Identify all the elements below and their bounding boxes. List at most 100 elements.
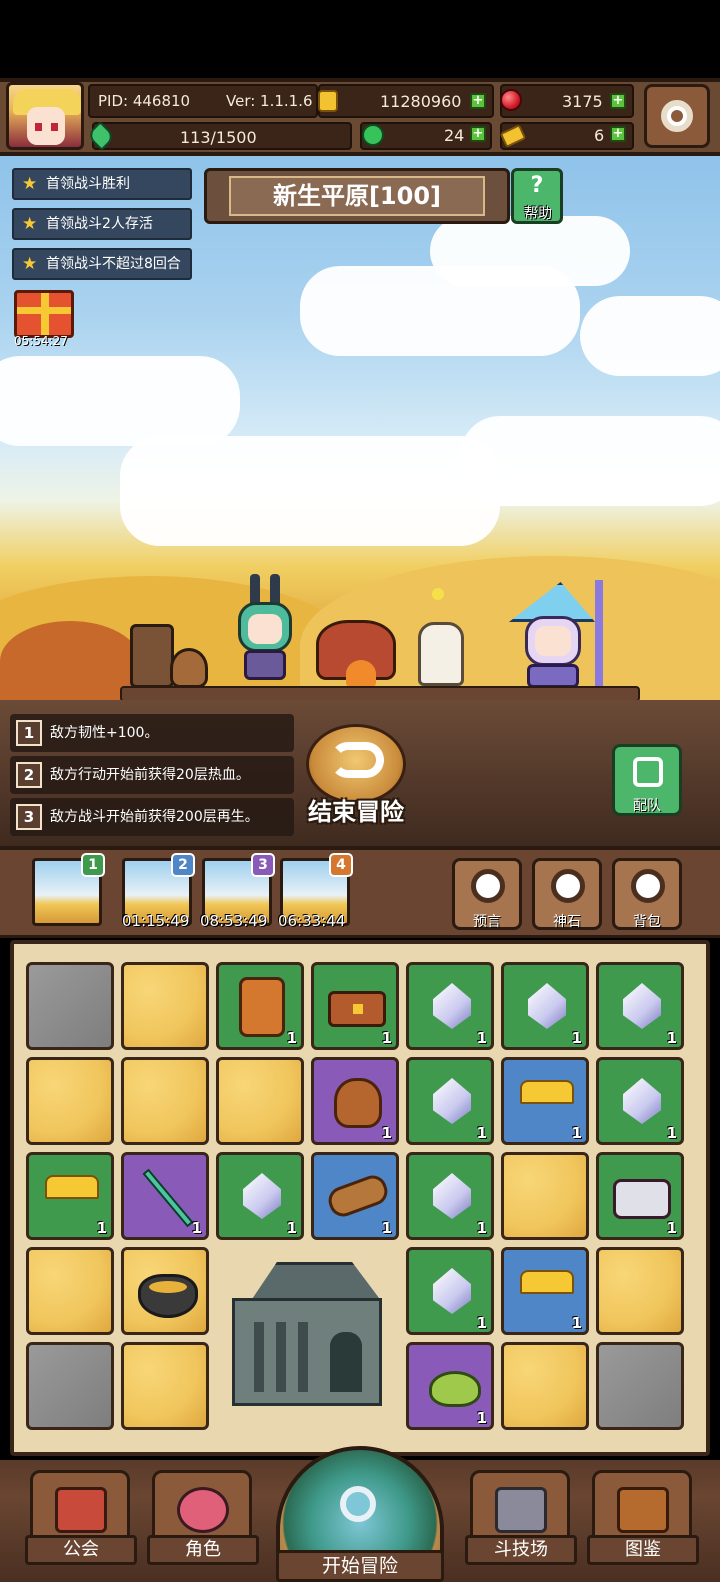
crypt-building[interactable] [218,1252,398,1428]
codex-book-icon [617,1487,669,1533]
godstone-label: 神石 [553,914,581,930]
adventure-slot-1[interactable]: 1 [32,853,105,926]
grid-cell-green[interactable]: 1 [596,1057,684,1145]
item-quantity: 1 [571,1314,582,1332]
grid-cell-sand[interactable] [501,1342,589,1430]
grid-cell-green[interactable]: 1 [596,1152,684,1240]
godstone-button[interactable]: 神石 [532,858,602,930]
grid-cell-green[interactable]: 1 [216,1152,304,1240]
grid-cell-sand[interactable] [26,1247,114,1335]
ruby-amount: 3175 [562,92,603,111]
grid-cell-sand[interactable] [501,1152,589,1240]
settings-button[interactable] [644,84,710,148]
clover-amount: 24 [444,126,465,145]
avatar-face [27,107,65,145]
item-quantity: 1 [666,1124,677,1142]
team-icon [633,757,663,787]
grid-cell-green[interactable]: 1 [311,962,399,1050]
seed-icon [429,1371,481,1407]
avatar-eye [51,123,58,131]
help-button[interactable]: ? 帮助 [511,168,563,224]
enemy-condition: 1 敌方韧性+100。 [10,714,294,752]
add-clover-button[interactable]: + [470,126,486,142]
add-gold-button[interactable]: + [470,93,486,109]
nav-codex-label: 图鉴 [587,1535,699,1565]
grid-cell-green[interactable]: 1 [216,962,304,1050]
grid-cell-purple[interactable]: 1 [311,1057,399,1145]
grid-cell-stone[interactable] [26,1342,114,1430]
condition-text: 敌方韧性+100。 [50,725,159,741]
grid-cell-green[interactable]: 1 [406,962,494,1050]
grid-cell-sand[interactable] [121,1057,209,1145]
item-quantity: 1 [381,1124,392,1142]
goldpile-icon [520,1080,574,1104]
condition-number: 3 [16,804,42,830]
gift-icon [41,293,49,335]
grid-cell-sand[interactable] [121,1247,209,1335]
grid-cell-stone[interactable] [596,1342,684,1430]
hill [0,621,140,701]
return-arrow-icon [330,742,384,778]
crystal-icon [623,983,661,1029]
player-id: PID: 446810 [98,92,191,110]
hero-rabbit-girl[interactable] [230,574,300,684]
pot-icon [138,1274,198,1318]
grid-cell-sand[interactable] [596,1247,684,1335]
prophecy-button[interactable]: 预言 [452,858,522,930]
nav-character-label: 角色 [147,1535,259,1565]
star-icon: ★ [22,214,38,234]
crystal-icon [433,1078,471,1124]
goldpile-icon [45,1175,99,1199]
grid-cell-sand[interactable] [121,962,209,1050]
grid-cell-stone[interactable] [26,962,114,1050]
grid-cell-purple[interactable]: 1 [406,1342,494,1430]
nav-guild[interactable]: 公会 [25,1470,137,1565]
grid-cell-sand[interactable] [26,1057,114,1145]
grid-cell-blue[interactable]: 1 [311,1152,399,1240]
grid-cell-green[interactable]: 1 [406,1057,494,1145]
barrel-prop [130,624,174,688]
item-quantity: 1 [571,1029,582,1047]
staff-icon [142,1168,194,1228]
item-quantity: 1 [286,1219,297,1237]
item-quantity: 1 [476,1314,487,1332]
start-adventure-button[interactable]: 开始冒险 [270,1446,450,1582]
grid-cell-sand[interactable] [216,1057,304,1145]
player-avatar[interactable] [6,82,84,150]
nav-arena[interactable]: 斗技场 [465,1470,577,1565]
stage-title-banner: 新生平原[100] [204,168,510,224]
grid-cell-purple[interactable]: 1 [121,1152,209,1240]
team-setup-button[interactable]: 配队 [612,744,682,816]
grid-cell-green[interactable]: 1 [406,1152,494,1240]
key-amount: 6 [594,126,605,145]
grid-cell-sand[interactable] [121,1342,209,1430]
hero-witch-girl[interactable] [505,580,625,690]
grid-cell-green[interactable]: 1 [501,962,589,1050]
slot-badge: 4 [329,853,353,877]
end-adventure-button[interactable]: 结束冒险 [300,722,412,832]
white-cat-pet[interactable] [418,622,464,686]
gift-box-button[interactable] [14,290,74,338]
quest-item: ★ 首领战斗2人存活 [12,208,192,240]
grid-cell-blue[interactable]: 1 [501,1247,589,1335]
grid-cell-green[interactable]: 1 [406,1247,494,1335]
nav-codex[interactable]: 图鉴 [587,1470,699,1565]
grid-cell-blue[interactable]: 1 [501,1057,589,1145]
item-quantity: 1 [191,1219,202,1237]
help-label: 帮助 [524,206,552,222]
grid-cell-green[interactable]: 1 [596,962,684,1050]
avatar-eye [35,123,42,131]
nav-character[interactable]: 角色 [147,1470,259,1565]
add-ruby-button[interactable]: + [610,93,626,109]
star-icon: ★ [22,174,38,194]
backpack-button[interactable]: 背包 [612,858,682,930]
start-adventure-label: 开始冒险 [276,1550,444,1582]
add-key-button[interactable]: + [610,126,626,142]
gift-timer: 05:54:27 [14,334,68,348]
enemy-condition: 3 敌方战斗开始前获得200层再生。 [10,798,294,836]
condition-number: 2 [16,762,42,788]
quest-item: ★ 首领战斗胜利 [12,168,192,200]
grid-cell-green[interactable]: 1 [26,1152,114,1240]
crystal-ball-icon [471,869,505,903]
crystal-icon [433,1173,471,1219]
